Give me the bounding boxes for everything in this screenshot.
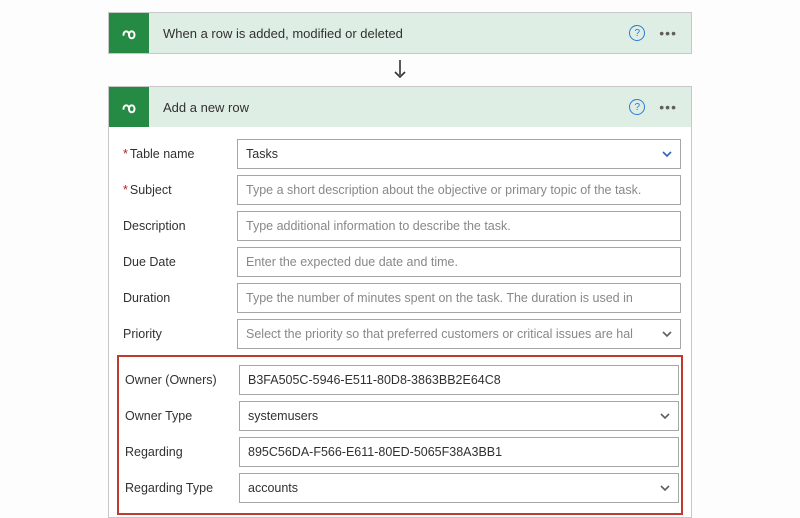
more-actions-button[interactable]: ••• bbox=[659, 26, 677, 40]
due-date-label: Due Date bbox=[119, 255, 237, 269]
help-icon[interactable]: ? bbox=[629, 99, 645, 115]
dataverse-icon bbox=[109, 13, 149, 53]
duration-label: Duration bbox=[119, 291, 237, 305]
action-card-header[interactable]: Add a new row ? ••• bbox=[109, 87, 691, 127]
field-row-owner: Owner (Owners) B3FA505C-5946-E511-80D8-3… bbox=[121, 365, 679, 395]
field-row-regarding-type: Regarding Type accounts bbox=[121, 473, 679, 503]
owner-type-value: systemusers bbox=[248, 409, 318, 423]
description-placeholder: Type additional information to describe … bbox=[246, 219, 511, 233]
owner-type-label: Owner Type bbox=[121, 409, 239, 423]
action-title: Add a new row bbox=[149, 100, 629, 115]
priority-placeholder: Select the priority so that preferred cu… bbox=[246, 327, 633, 341]
duration-input[interactable]: Type the number of minutes spent on the … bbox=[237, 283, 681, 313]
chevron-down-icon bbox=[658, 481, 672, 495]
owner-value: B3FA505C-5946-E511-80D8-3863BB2E64C8 bbox=[248, 373, 501, 387]
field-row-table-name: *Table name Tasks bbox=[119, 139, 681, 169]
help-icon[interactable]: ? bbox=[629, 25, 645, 41]
due-date-placeholder: Enter the expected due date and time. bbox=[246, 255, 458, 269]
owner-type-select[interactable]: systemusers bbox=[239, 401, 679, 431]
field-row-description: Description Type additional information … bbox=[119, 211, 681, 241]
description-label: Description bbox=[119, 219, 237, 233]
subject-input[interactable]: Type a short description about the objec… bbox=[237, 175, 681, 205]
trigger-header-actions: ? ••• bbox=[629, 25, 691, 41]
due-date-input[interactable]: Enter the expected due date and time. bbox=[237, 247, 681, 277]
action-header-actions: ? ••• bbox=[629, 99, 691, 115]
flow-arrow bbox=[392, 54, 408, 86]
trigger-card[interactable]: When a row is added, modified or deleted… bbox=[108, 12, 692, 54]
field-row-owner-type: Owner Type systemusers bbox=[121, 401, 679, 431]
field-row-priority: Priority Select the priority so that pre… bbox=[119, 319, 681, 349]
field-row-regarding: Regarding 895C56DA-F566-E611-80ED-5065F3… bbox=[121, 437, 679, 467]
action-card: Add a new row ? ••• *Table name Tasks *S… bbox=[108, 86, 692, 518]
chevron-down-icon bbox=[660, 327, 674, 341]
field-row-due-date: Due Date Enter the expected due date and… bbox=[119, 247, 681, 277]
table-name-value: Tasks bbox=[246, 147, 278, 161]
description-input[interactable]: Type additional information to describe … bbox=[237, 211, 681, 241]
highlight-box: Owner (Owners) B3FA505C-5946-E511-80D8-3… bbox=[117, 355, 683, 515]
chevron-down-icon bbox=[660, 147, 674, 161]
owner-label: Owner (Owners) bbox=[121, 373, 239, 387]
action-card-body: *Table name Tasks *Subject Type a short … bbox=[109, 127, 691, 517]
subject-placeholder: Type a short description about the objec… bbox=[246, 183, 641, 197]
more-actions-button[interactable]: ••• bbox=[659, 100, 677, 114]
priority-label: Priority bbox=[119, 327, 237, 341]
table-name-select[interactable]: Tasks bbox=[237, 139, 681, 169]
priority-select[interactable]: Select the priority so that preferred cu… bbox=[237, 319, 681, 349]
table-name-label: *Table name bbox=[119, 147, 237, 161]
subject-label: *Subject bbox=[119, 183, 237, 197]
regarding-label: Regarding bbox=[121, 445, 239, 459]
regarding-type-select[interactable]: accounts bbox=[239, 473, 679, 503]
field-row-duration: Duration Type the number of minutes spen… bbox=[119, 283, 681, 313]
regarding-type-label: Regarding Type bbox=[121, 481, 239, 495]
regarding-type-value: accounts bbox=[248, 481, 298, 495]
chevron-down-icon bbox=[658, 409, 672, 423]
regarding-value: 895C56DA-F566-E611-80ED-5065F38A3BB1 bbox=[248, 445, 502, 459]
field-row-subject: *Subject Type a short description about … bbox=[119, 175, 681, 205]
owner-input[interactable]: B3FA505C-5946-E511-80D8-3863BB2E64C8 bbox=[239, 365, 679, 395]
trigger-card-header[interactable]: When a row is added, modified or deleted… bbox=[109, 13, 691, 53]
duration-placeholder: Type the number of minutes spent on the … bbox=[246, 291, 633, 305]
regarding-input[interactable]: 895C56DA-F566-E611-80ED-5065F38A3BB1 bbox=[239, 437, 679, 467]
trigger-title: When a row is added, modified or deleted bbox=[149, 26, 629, 41]
dataverse-icon bbox=[109, 87, 149, 127]
